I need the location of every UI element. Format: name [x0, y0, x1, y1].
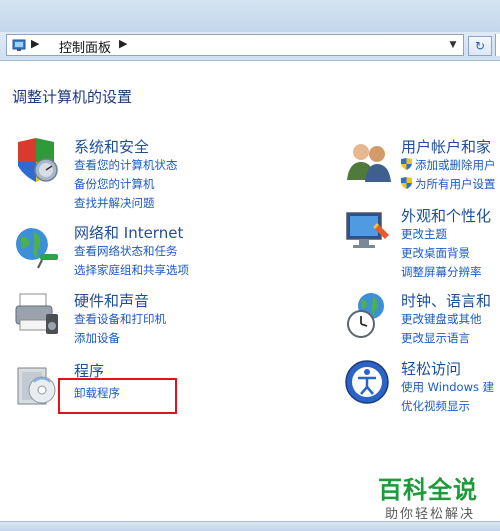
control-panel-icon — [12, 39, 26, 51]
link-screen-resolution[interactable]: 调整屏幕分辨率 — [401, 264, 482, 280]
category-title[interactable]: 用户帐户和家 — [401, 136, 491, 157]
highlight-annotation-box — [58, 378, 177, 414]
address-box[interactable]: ▶ 控制面板 ▶ ▼ — [6, 34, 464, 56]
programs-icon — [17, 367, 56, 405]
category-title[interactable]: 轻松访问 — [401, 358, 461, 379]
hardware-sound-icon — [15, 293, 58, 334]
link-display-language[interactable]: 更改显示语言 — [401, 330, 470, 346]
category-title[interactable]: 时钟、语言和 — [401, 290, 491, 311]
clock-region-icon — [347, 293, 384, 338]
category-user-accounts: 用户帐户和家 添加或删除用户 为所有用户设置 — [343, 136, 500, 206]
link-optimize-display[interactable]: 优化视频显示 — [401, 398, 470, 414]
category-ease-of-access: 轻松访问 使用 Windows 建 优化视频显示 — [343, 358, 500, 418]
search-box-edge[interactable] — [495, 34, 500, 56]
page-heading: 调整计算机的设置 — [12, 88, 133, 106]
link-network-status[interactable]: 查看网络状态和任务 — [74, 243, 178, 259]
uac-shield-icon — [401, 177, 412, 189]
link-backup-computer[interactable]: 备份您的计算机 — [74, 176, 155, 192]
link-change-keyboard[interactable]: 更改键盘或其他 — [401, 311, 482, 327]
address-bar: ▶ 控制面板 ▶ ▼ ↻ — [0, 32, 500, 61]
system-security-icon — [18, 138, 58, 182]
link-homegroup-sharing[interactable]: 选择家庭组和共享选项 — [74, 262, 189, 278]
link-windows-suggestions[interactable]: 使用 Windows 建 — [401, 379, 494, 395]
category-network-internet: 网络和 Internet 查看网络状态和任务 选择家庭组和共享选项 — [12, 222, 242, 282]
watermark-title: 百科全说 — [378, 476, 478, 504]
user-accounts-icon — [347, 144, 391, 182]
category-title[interactable]: 网络和 Internet — [74, 222, 183, 243]
link-add-remove-users[interactable]: 添加或删除用户 — [415, 157, 496, 173]
link-change-theme[interactable]: 更改主题 — [401, 226, 447, 242]
category-clock-region: 时钟、语言和 更改键盘或其他 更改显示语言 — [343, 290, 500, 350]
link-devices-printers[interactable]: 查看设备和打印机 — [74, 311, 166, 327]
category-appearance: 外观和个性化 更改主题 更改桌面背景 调整屏幕分辨率 — [343, 205, 500, 285]
watermark-subtitle: 助你轻松解决 — [385, 507, 476, 522]
link-view-computer-status[interactable]: 查看您的计算机状态 — [74, 157, 178, 173]
category-title[interactable]: 外观和个性化 — [401, 205, 491, 226]
category-title[interactable]: 系统和安全 — [74, 136, 149, 157]
link-desktop-background[interactable]: 更改桌面背景 — [401, 245, 470, 261]
network-internet-icon — [16, 227, 58, 269]
category-hardware-sound: 硬件和声音 查看设备和打印机 添加设备 — [12, 290, 242, 350]
window-title-strip — [0, 0, 500, 32]
breadcrumb-arrow-icon[interactable]: ▶ — [31, 37, 39, 50]
link-troubleshoot[interactable]: 查找并解决问题 — [74, 195, 155, 211]
uac-shield-icon — [401, 158, 412, 170]
link-add-device[interactable]: 添加设备 — [74, 330, 120, 346]
category-system-security: 系统和安全 查看您的计算机状态 备份您的计算机 查找并解决问题 — [12, 136, 242, 216]
ease-of-access-icon — [345, 360, 389, 404]
breadcrumb-control-panel[interactable]: 控制面板 — [59, 37, 111, 56]
appearance-icon — [346, 212, 389, 248]
breadcrumb-arrow-icon[interactable]: ▶ — [119, 37, 127, 50]
refresh-icon[interactable]: ↻ — [468, 36, 492, 56]
chevron-down-icon[interactable]: ▼ — [445, 35, 461, 55]
link-parental-controls[interactable]: 为所有用户设置 — [415, 176, 496, 192]
category-title[interactable]: 硬件和声音 — [74, 290, 149, 311]
